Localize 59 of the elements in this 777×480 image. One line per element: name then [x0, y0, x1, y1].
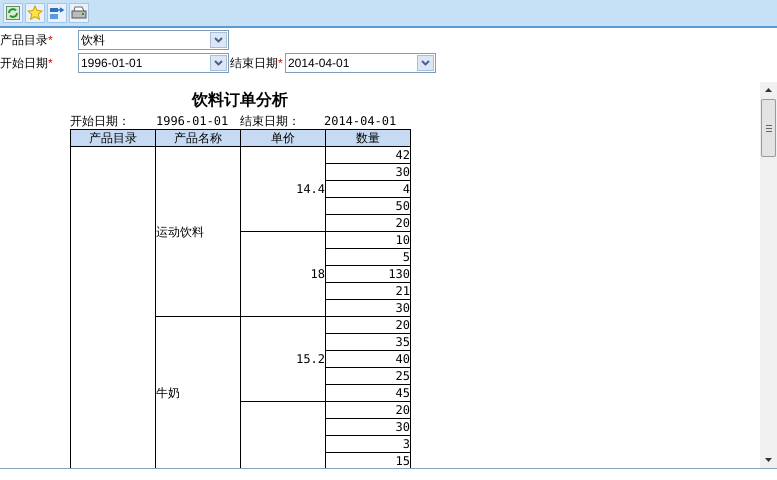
table-cell: 4	[326, 180, 410, 198]
scroll-down-icon	[765, 458, 772, 462]
table-cell: 40	[326, 350, 410, 368]
table-cell: 5	[326, 248, 410, 266]
column-header: 单价	[240, 130, 326, 146]
dropdown-field[interactable]: 1996-01-01	[78, 53, 229, 73]
field-label: 开始日期	[0, 55, 48, 72]
table-cell: 42	[326, 146, 410, 164]
table-cell: 30	[326, 300, 410, 316]
table-cell: 130	[326, 266, 410, 282]
table-cell: 25	[326, 368, 410, 384]
print-button[interactable]	[69, 3, 89, 23]
end-date-label: 结束日期：	[240, 113, 301, 129]
scroll-up-icon	[765, 88, 772, 92]
chevron-down-icon	[214, 60, 223, 66]
chevron-down-icon	[421, 60, 430, 66]
report-title: 饮料订单分析	[190, 90, 289, 111]
table-cell: 牛奶	[156, 316, 240, 468]
required-mark: *	[278, 55, 283, 72]
table-cell: 30	[326, 164, 410, 180]
required-mark: *	[48, 55, 53, 72]
vertical-scrollbar[interactable]	[760, 82, 777, 468]
table-cell: 20	[326, 214, 410, 232]
required-mark: *	[48, 32, 53, 49]
dropdown-field[interactable]: 饮料	[78, 30, 229, 50]
scrollbar-thumb[interactable]	[761, 99, 776, 157]
export-icon	[49, 6, 65, 20]
refresh-icon	[6, 6, 20, 20]
table-cell: 21	[326, 282, 410, 300]
dropdown-button[interactable]	[210, 55, 227, 71]
table-cell: 10	[326, 232, 410, 248]
dropdown-button[interactable]	[417, 55, 434, 71]
field-label: 产品目录	[0, 32, 48, 49]
star-icon	[27, 5, 43, 21]
table-cell: 运动饮料	[156, 146, 240, 316]
export-button[interactable]	[47, 3, 67, 23]
table-cell: 15.2	[240, 316, 326, 402]
grip-icon	[766, 124, 772, 132]
printer-icon	[71, 6, 87, 20]
column-header: 数量	[326, 130, 410, 146]
start-date-value: 1996-01-01	[156, 113, 230, 129]
column-header: 产品名称	[156, 130, 240, 146]
dropdown-button[interactable]	[210, 32, 227, 48]
field-label: 结束日期	[230, 55, 278, 72]
table-cell: 18	[240, 232, 326, 316]
dropdown-field[interactable]: 2014-04-01	[285, 53, 436, 73]
table-cell: 45	[326, 384, 410, 402]
table-cell: 30	[326, 418, 410, 436]
refresh-button[interactable]	[3, 3, 23, 23]
table-cell: 20	[326, 402, 410, 418]
end-date-value: 2014-04-01	[324, 113, 396, 129]
table-cell: 50	[326, 198, 410, 214]
table-cell: 3	[326, 436, 410, 452]
start-date-label: 开始日期：	[70, 113, 131, 129]
chevron-down-icon	[214, 37, 223, 43]
table-cell: 14.4	[240, 146, 326, 232]
table-cell: 35	[326, 334, 410, 350]
column-header: 产品目录	[70, 130, 156, 146]
table-cell: 20	[326, 316, 410, 334]
